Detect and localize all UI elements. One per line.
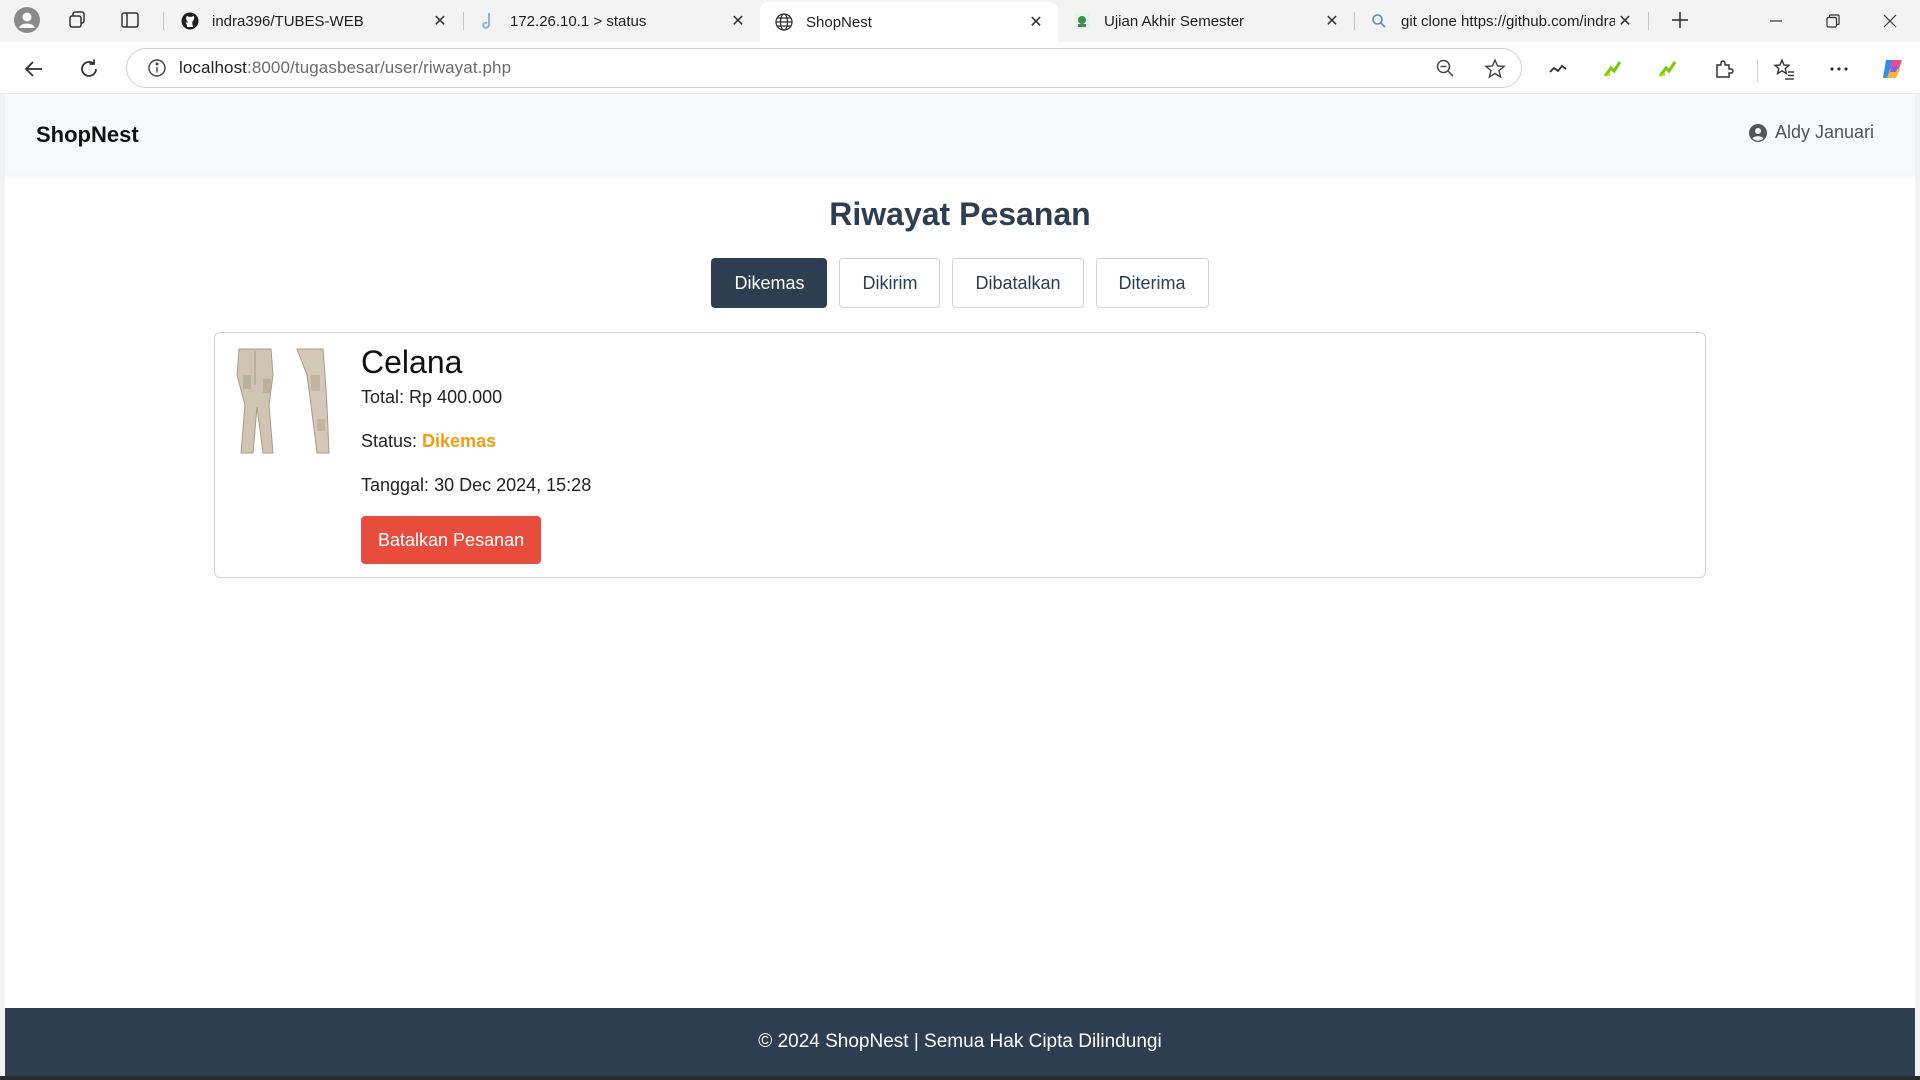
tab-dikemas[interactable]: Dikemas [711, 258, 828, 308]
campus-icon [1072, 11, 1092, 31]
extensions-puzzle-icon[interactable] [1707, 52, 1741, 86]
search-icon [1369, 11, 1389, 31]
refresh-icon[interactable] [72, 52, 106, 86]
total-label: Total: [361, 387, 405, 408]
close-tab-icon[interactable]: ✕ [430, 11, 450, 31]
back-icon[interactable] [17, 52, 51, 86]
tab-title: ShopNest [806, 13, 872, 31]
cancel-order-button[interactable]: Batalkan Pesanan [361, 516, 542, 565]
total-value: Rp 400.000 [409, 387, 503, 408]
profile-icon[interactable] [12, 5, 42, 35]
order-date: Tanggal: 30 Dec 2024, 15:28 [361, 476, 591, 494]
router-icon [478, 11, 498, 31]
more-options-icon[interactable] [1822, 52, 1856, 86]
close-window-icon[interactable] [1862, 0, 1918, 42]
tab-title: Ujian Akhir Semester [1104, 12, 1245, 30]
github-icon [180, 11, 200, 31]
tab-diterima[interactable]: Diterima [1095, 258, 1209, 308]
order-status-tabs: Dikemas Dikirim Dibatalkan Diterima [5, 258, 1915, 308]
close-tab-icon[interactable]: ✕ [1615, 11, 1635, 31]
tab-title: indra396/TUBES-WEB [212, 12, 364, 30]
minimize-icon[interactable] [1748, 0, 1804, 42]
close-tab-icon[interactable]: ✕ [728, 11, 748, 31]
tab-actions-icon[interactable] [115, 5, 145, 35]
site-navbar: ShopNest Aldy Januari [5, 94, 1915, 174]
tab-router-status[interactable]: 172.26.10.1 > status ✕ [464, 2, 760, 40]
globe-icon [774, 12, 794, 32]
user-menu[interactable]: Aldy Januari [1748, 122, 1874, 143]
tab-dibatalkan[interactable]: Dibatalkan [952, 258, 1084, 308]
close-tab-icon[interactable]: ✕ [1322, 11, 1342, 31]
window-bottom-edge [0, 1076, 1920, 1080]
order-card: Celana Total: Rp 400.000 Status: Dikemas… [214, 332, 1706, 578]
favorite-star-icon[interactable] [1484, 58, 1506, 85]
status-label: Status: [361, 431, 418, 452]
url-text: localhost:8000/tugasbesar/user/riwayat.p… [179, 58, 512, 77]
date-value: 30 Dec 2024, 15:28 [434, 475, 592, 496]
performance-icon[interactable] [1541, 52, 1575, 86]
address-bar[interactable]: localhost:8000/tugasbesar/user/riwayat.p… [126, 48, 1522, 88]
tab-shopnest[interactable]: ShopNest ✕ [760, 2, 1058, 42]
favorites-icon[interactable] [1767, 52, 1801, 86]
site-footer: © 2024 ShopNest | Semua Hak Cipta Dilind… [5, 1008, 1915, 1076]
extension-stats-icon[interactable] [1651, 52, 1685, 86]
product-name: Celana [361, 344, 463, 380]
tab-separator [163, 12, 164, 30]
page-title: Riwayat Pesanan [829, 196, 1091, 232]
site-brand[interactable]: ShopNest [36, 122, 139, 148]
tab-title: 172.26.10.1 > status [510, 12, 647, 30]
browser-toolbar: localhost:8000/tugasbesar/user/riwayat.p… [0, 42, 1920, 94]
date-label: Tanggal: [361, 475, 430, 496]
new-tab-icon[interactable] [1662, 5, 1698, 35]
product-image [229, 345, 341, 457]
extension-tracker-icon[interactable] [1596, 52, 1630, 86]
order-details: Celana Total: Rp 400.000 Status: Dikemas… [361, 344, 591, 565]
tab-git-clone-search[interactable]: git clone https://github.com/indra396 ✕ [1355, 2, 1647, 40]
tab-separator [1648, 12, 1649, 30]
restore-icon[interactable] [1805, 0, 1861, 42]
close-tab-icon[interactable]: ✕ [1026, 12, 1046, 32]
tab-github[interactable]: indra396/TUBES-WEB ✕ [166, 2, 462, 40]
copilot-icon[interactable] [1876, 52, 1910, 86]
user-circle-icon [1748, 123, 1767, 142]
tab-title: git clone https://github.com/indra396 [1401, 12, 1615, 30]
workspaces-icon[interactable] [62, 5, 92, 35]
user-name: Aldy Januari [1774, 122, 1874, 142]
footer-text: © 2024 ShopNest | Semua Hak Cipta Dilind… [758, 1031, 1162, 1052]
status-badge: Dikemas [422, 431, 497, 452]
tab-ujian[interactable]: Ujian Akhir Semester ✕ [1058, 2, 1354, 40]
browser-tab-strip: indra396/TUBES-WEB ✕ 172.26.10.1 > statu… [0, 0, 1920, 42]
tab-dikirim[interactable]: Dikirim [839, 258, 941, 308]
zoom-out-icon[interactable] [1435, 58, 1455, 83]
order-status: Status: Dikemas [361, 432, 591, 450]
site-info-icon[interactable] [135, 58, 179, 78]
toolbar-separator [1757, 60, 1758, 82]
order-total: Total: Rp 400.000 [361, 388, 591, 406]
page-viewport: ShopNest Aldy Januari Riwayat Pesanan Di… [5, 94, 1915, 1076]
